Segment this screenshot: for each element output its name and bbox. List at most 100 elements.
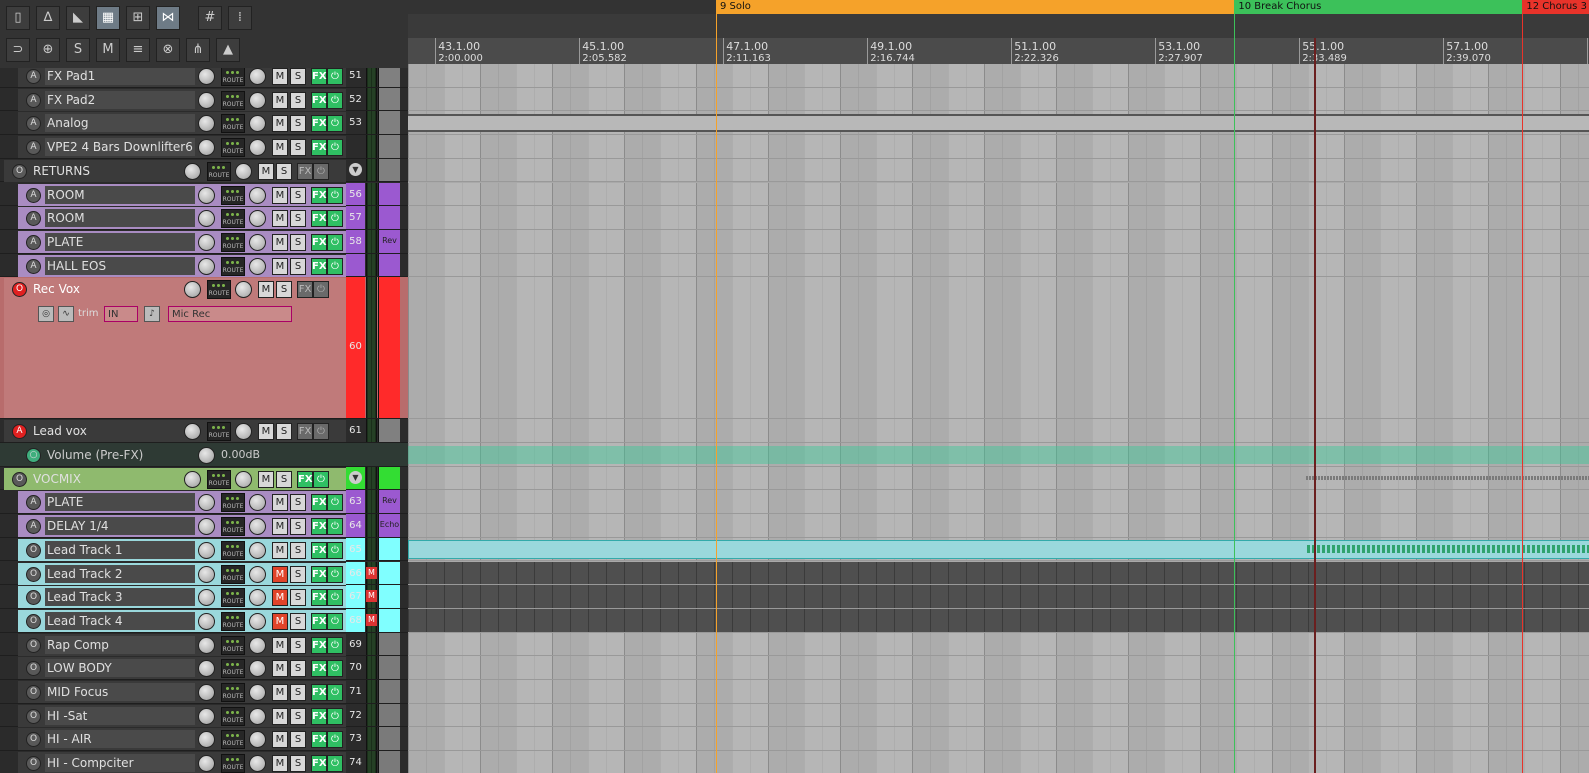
solo-button[interactable]: S <box>290 186 306 204</box>
track-name[interactable]: HI - Compciter <box>45 754 195 773</box>
track-lane[interactable] <box>408 751 1589 773</box>
mute-button[interactable]: M <box>272 139 288 157</box>
track-lane[interactable] <box>408 87 1589 112</box>
volume-knob[interactable] <box>198 257 215 275</box>
playhead-cursor[interactable] <box>1313 38 1316 773</box>
fx-button[interactable]: FX <box>311 755 327 773</box>
track-name[interactable]: VOCMIX <box>31 470 181 488</box>
track-color-strip[interactable] <box>378 277 400 419</box>
fx-bypass-icon[interactable]: ⏻ <box>327 731 343 749</box>
fx-bypass-icon[interactable]: ⏻ <box>327 541 343 559</box>
volume-knob[interactable] <box>198 731 215 749</box>
pan-knob[interactable] <box>249 684 266 701</box>
volume-knob[interactable] <box>184 470 201 488</box>
loop-icon[interactable]: ⊃ <box>6 38 30 62</box>
track-color-strip[interactable] <box>378 182 400 206</box>
pan-knob[interactable] <box>249 707 266 725</box>
pan-knob[interactable] <box>249 68 266 85</box>
track-lane[interactable] <box>408 585 1589 609</box>
track-lane[interactable] <box>408 182 1589 207</box>
track-lane[interactable] <box>408 135 1589 159</box>
automation-mode-icon[interactable]: A <box>26 140 41 156</box>
track-row[interactable]: A Lead vox ROUTE M S FX ⏻ 61 <box>0 419 408 443</box>
fx-button[interactable]: FX <box>311 541 327 559</box>
volume-knob[interactable] <box>184 162 201 180</box>
fx-bypass-icon[interactable]: ⏻ <box>327 660 343 678</box>
solo-button[interactable]: S <box>290 210 306 228</box>
volume-knob[interactable] <box>198 565 215 583</box>
volume-knob[interactable] <box>198 684 215 701</box>
record-arm-button[interactable]: O <box>26 708 41 724</box>
mute-button[interactable]: M <box>272 541 288 559</box>
track-row[interactable]: O MID Focus ROUTE M S FX ⏻ 71 <box>0 680 408 704</box>
fx-button[interactable]: FX <box>297 281 313 299</box>
solo-button[interactable]: S <box>290 755 306 773</box>
pan-knob[interactable] <box>249 636 266 654</box>
mute-button[interactable]: M <box>272 731 288 749</box>
fx-button[interactable]: FX <box>311 707 327 725</box>
snap-grid-icon[interactable]: ⁞ <box>228 6 252 30</box>
track-name[interactable]: Lead vox <box>31 422 181 440</box>
route-button[interactable]: ROUTE <box>221 232 245 252</box>
route-button[interactable]: ROUTE <box>221 540 245 560</box>
track-lane[interactable] <box>408 537 1589 562</box>
solo-button[interactable]: S <box>290 233 306 251</box>
fx-button[interactable]: FX <box>311 233 327 251</box>
track-color-strip[interactable] <box>378 537 400 561</box>
route-button[interactable]: ROUTE <box>207 422 231 442</box>
solo-button[interactable]: S <box>276 281 292 299</box>
folder-collapse-icon[interactable]: ▼ <box>349 162 362 176</box>
track-name[interactable]: Lead Track 1 <box>45 540 195 559</box>
record-arm-button[interactable]: O <box>26 566 41 582</box>
route-button[interactable]: ROUTE <box>207 161 231 181</box>
fx-button[interactable]: FX <box>311 115 327 133</box>
route-button[interactable]: ROUTE <box>221 683 245 702</box>
pan-knob[interactable] <box>249 541 266 559</box>
fx-bypass-icon[interactable]: ⏻ <box>327 257 343 275</box>
fx-button[interactable]: FX <box>297 423 313 441</box>
solo-button[interactable]: S <box>276 470 292 488</box>
mute-button[interactable]: M <box>272 565 288 583</box>
track-row[interactable]: A FX Pad2 ROUTE M S FX ⏻ 52 <box>0 87 408 112</box>
track-color-strip[interactable] <box>378 751 400 773</box>
track-row[interactable]: O HI -Sat ROUTE M S FX ⏻ 72 <box>0 703 408 728</box>
record-arm-button[interactable]: O <box>26 685 41 700</box>
track-name[interactable]: MID Focus <box>45 683 195 701</box>
track-color-strip[interactable] <box>378 632 400 656</box>
track-name[interactable]: HI - AIR <box>45 730 195 749</box>
track-color-strip[interactable] <box>378 608 400 632</box>
mute-button[interactable]: M <box>272 233 288 251</box>
solo-button[interactable]: S <box>290 589 306 607</box>
fx-bypass-icon[interactable]: ⏻ <box>327 612 343 630</box>
solo-button[interactable]: S <box>290 707 306 725</box>
fx-button[interactable]: FX <box>311 684 327 701</box>
route-button[interactable]: ROUTE <box>221 185 245 205</box>
track-lane[interactable] <box>408 111 1589 136</box>
pan-knob[interactable] <box>249 257 266 275</box>
record-arm-button[interactable]: O <box>12 471 27 487</box>
track-row[interactable]: A PLATE ROUTE M S FX ⏻ 58 Rev <box>0 229 408 254</box>
volume-knob[interactable] <box>198 68 215 85</box>
route-button[interactable]: ROUTE <box>221 68 245 86</box>
track-color-strip[interactable] <box>378 111 400 135</box>
record-arm-button[interactable]: O <box>26 613 41 629</box>
track-row[interactable]: A DELAY 1/4 ROUTE M S FX ⏻ 64 Echo <box>0 514 408 538</box>
track-lane[interactable] <box>408 608 1589 633</box>
mute-button[interactable]: M <box>272 518 288 536</box>
fx-bypass-icon[interactable]: ⏻ <box>327 210 343 228</box>
volume-knob[interactable] <box>198 210 215 228</box>
track-name[interactable]: Rap Comp <box>45 635 195 654</box>
route-button[interactable]: ROUTE <box>207 280 231 300</box>
track-row[interactable]: O HI - Compciter ROUTE M S FX ⏻ 74 <box>0 751 408 773</box>
pan-knob[interactable] <box>235 162 252 180</box>
pan-knob[interactable] <box>249 589 266 607</box>
track-lane[interactable] <box>408 419 1589 443</box>
mute-clear-icon[interactable]: M <box>96 38 120 62</box>
automation-mode-icon[interactable]: A <box>26 234 41 250</box>
automation-mode-icon[interactable]: A <box>26 116 41 132</box>
solo-button[interactable]: S <box>290 115 306 133</box>
mute-button[interactable]: M <box>272 589 288 607</box>
track-color-strip[interactable] <box>378 561 400 585</box>
track-lane[interactable] <box>408 158 1589 183</box>
track-name[interactable]: FX Pad2 <box>45 90 195 109</box>
